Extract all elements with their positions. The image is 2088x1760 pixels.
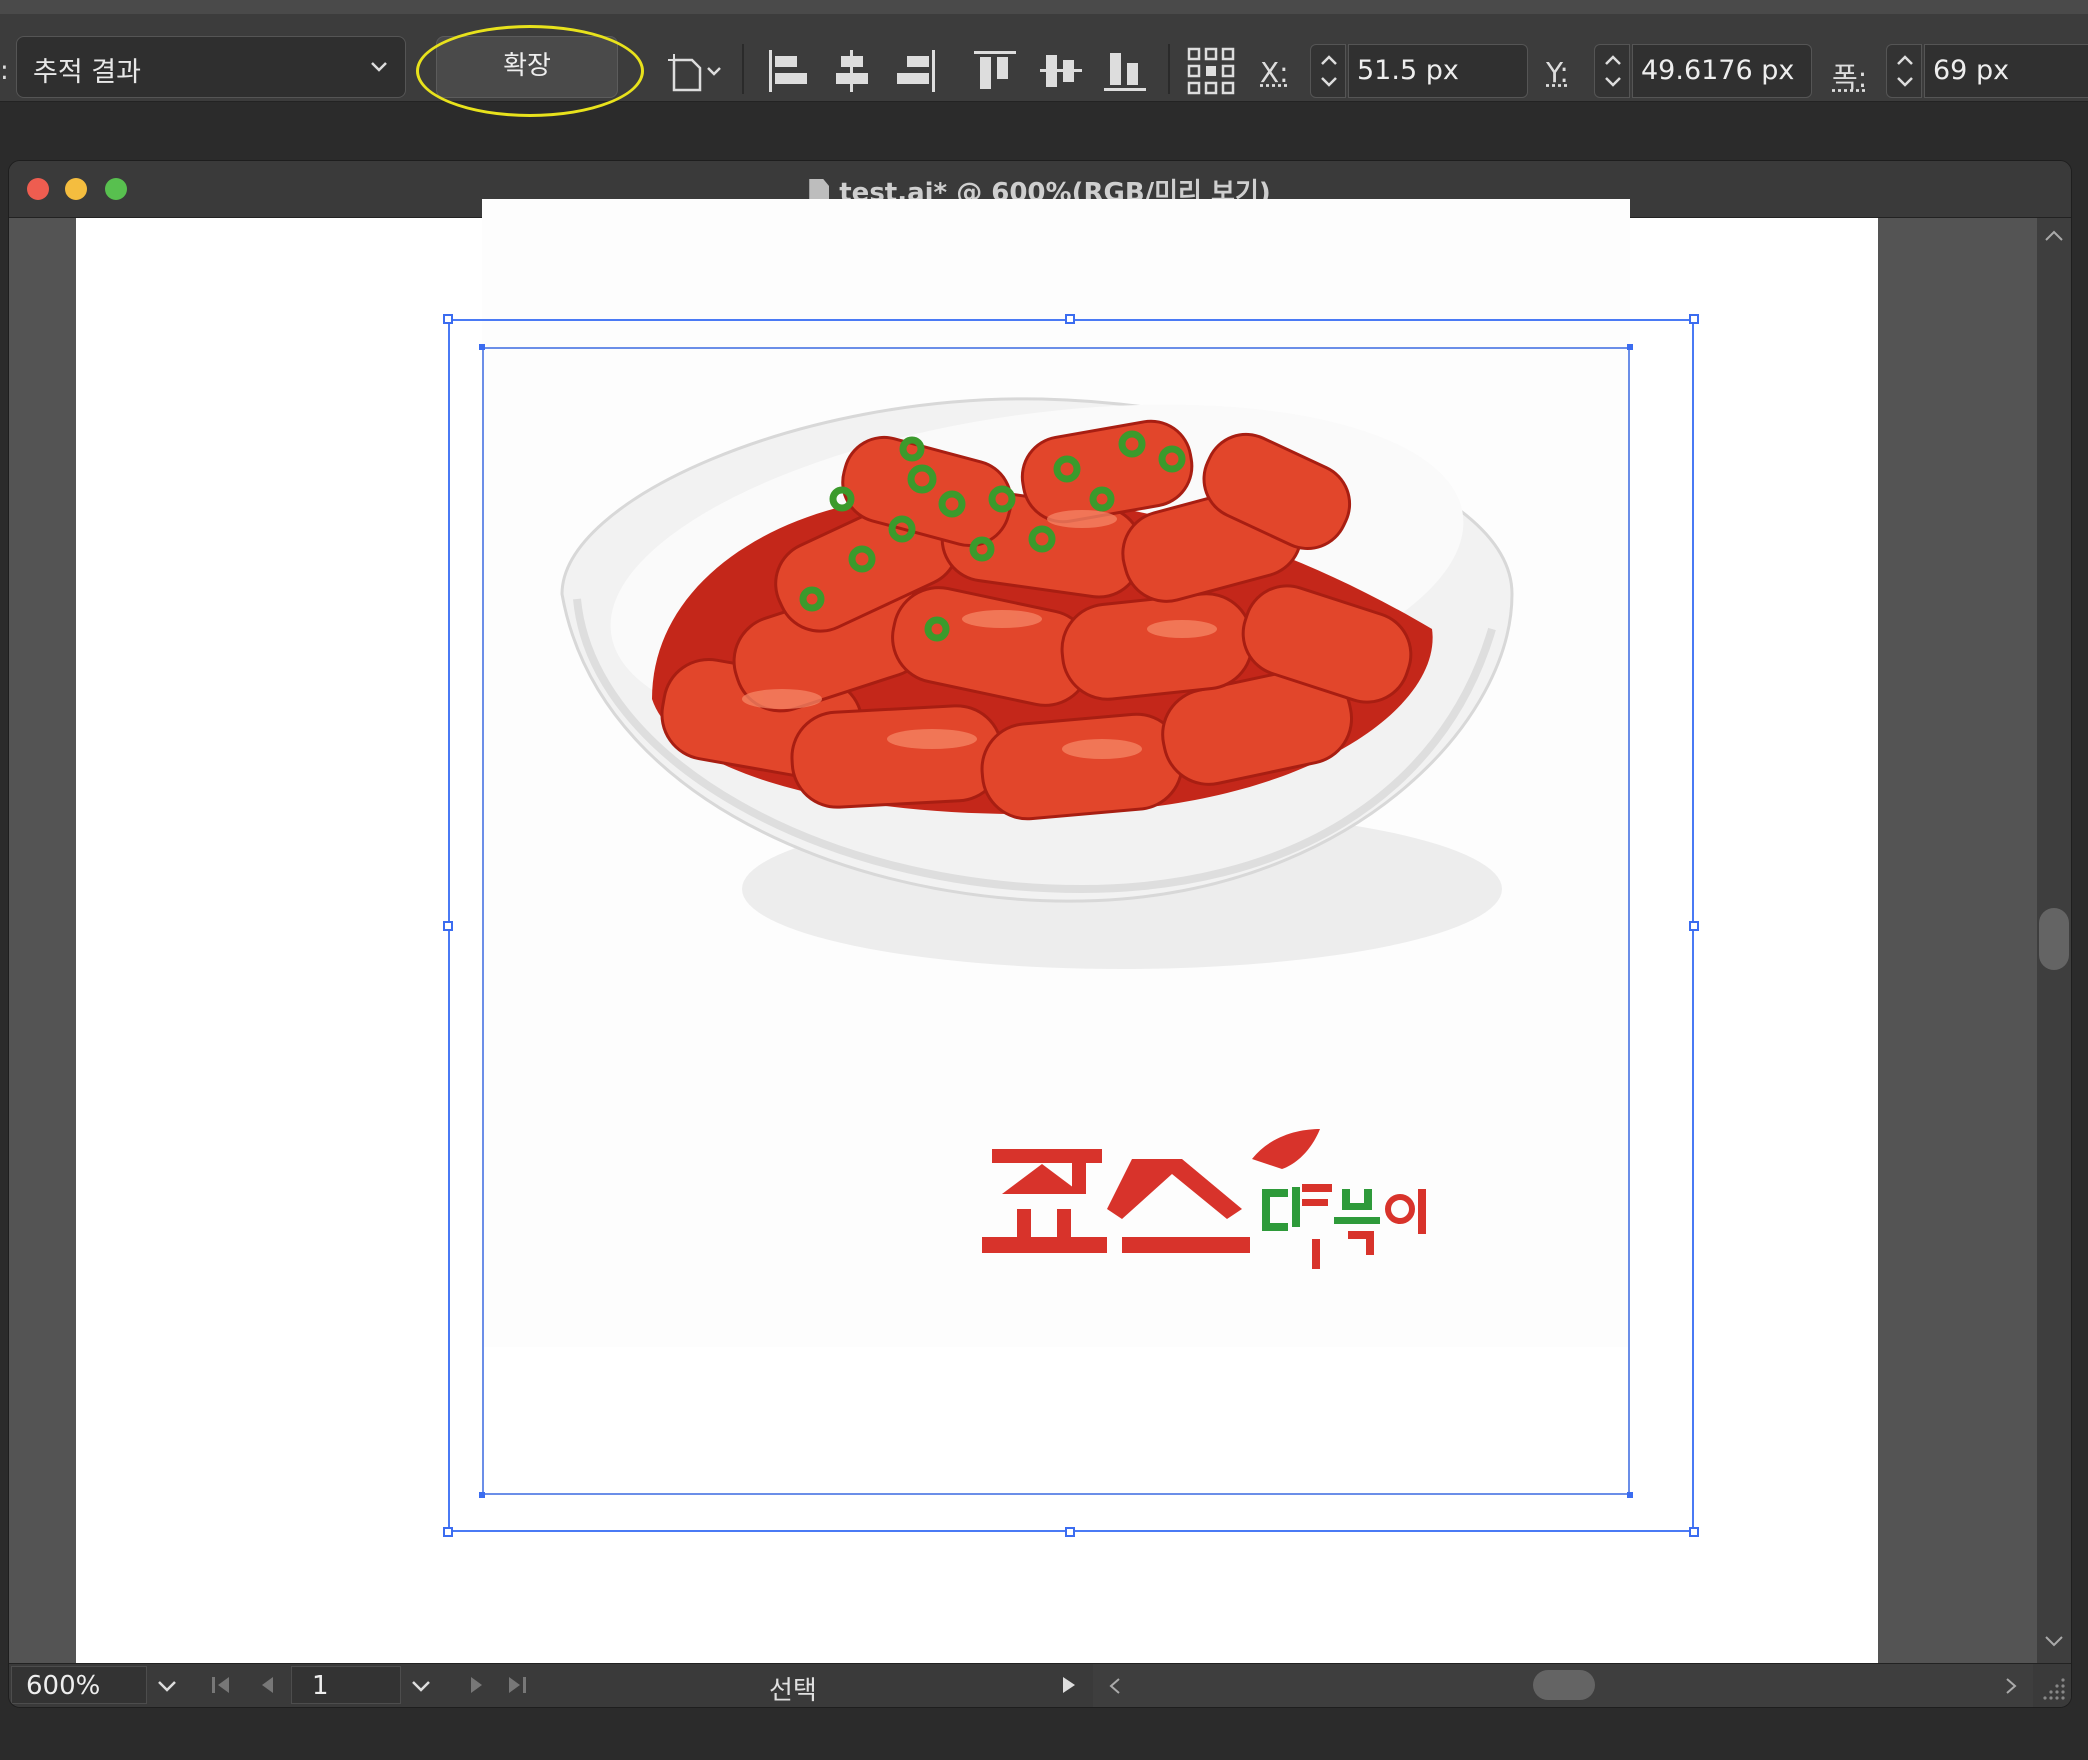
align-hcenter-icon[interactable]: [830, 48, 874, 94]
resize-handle[interactable]: [1065, 1527, 1075, 1537]
scroll-left-icon[interactable]: [1107, 1676, 1123, 1696]
vertical-scroll-thumb[interactable]: [2039, 908, 2069, 970]
anchor-point: [1627, 1492, 1633, 1498]
resize-grip-icon[interactable]: [2041, 1674, 2067, 1700]
resize-handle[interactable]: [443, 921, 453, 931]
control-bar: : 추적 결과 확장 X: 51.5 px Y: 49.6176 px 폭: 6…: [0, 0, 2088, 117]
chevron-down-icon: [371, 62, 387, 72]
trace-preset-dropdown[interactable]: 추적 결과: [16, 36, 406, 98]
chevron-down-icon[interactable]: [155, 1676, 179, 1696]
document-window: test.ai* @ 600%(RGB/미리 보기) 600% 1 선택: [8, 160, 2072, 1708]
width-label: 폭:: [1832, 61, 1868, 94]
y-stepper[interactable]: [1594, 44, 1630, 98]
status-bar: 600% 1 선택: [9, 1663, 2071, 1707]
width-field[interactable]: 69 px: [1924, 44, 2088, 98]
reference-point-icon[interactable]: [1186, 46, 1236, 96]
separator: [1168, 44, 1170, 94]
align-left-icon[interactable]: [766, 48, 810, 94]
scroll-right-icon[interactable]: [2003, 1676, 2019, 1696]
artboard-options-icon[interactable]: [666, 52, 728, 92]
align-vcenter-icon[interactable]: [1038, 48, 1084, 94]
next-page-icon[interactable]: [467, 1674, 487, 1696]
anchor-point: [479, 344, 485, 350]
anchor-point: [479, 1492, 485, 1498]
scroll-up-icon[interactable]: [2043, 228, 2065, 244]
tool-status: 선택: [769, 1676, 817, 1706]
page-field[interactable]: 1: [291, 1666, 401, 1704]
artboard[interactable]: [76, 199, 1878, 1666]
resize-handle[interactable]: [1689, 1527, 1699, 1537]
resize-handle[interactable]: [1689, 314, 1699, 324]
scroll-down-icon[interactable]: [2043, 1633, 2065, 1649]
image-bounds: [482, 347, 1630, 1495]
resize-handle[interactable]: [443, 1527, 453, 1537]
x-field[interactable]: 51.5 px: [1348, 44, 1528, 98]
stepper-icon: [1321, 55, 1337, 87]
expand-button[interactable]: 확장: [436, 36, 618, 98]
resize-handle[interactable]: [1689, 921, 1699, 931]
align-top-icon[interactable]: [972, 48, 1018, 94]
resize-handle[interactable]: [443, 314, 453, 324]
x-label: X:: [1260, 56, 1289, 89]
page-value: 1: [312, 1671, 329, 1701]
horizontal-scroll-thumb[interactable]: [1533, 1670, 1595, 1700]
anchor-point: [1627, 344, 1633, 350]
x-stepper[interactable]: [1310, 44, 1346, 98]
stepper-icon: [1605, 55, 1621, 87]
resize-handle[interactable]: [1065, 314, 1075, 324]
zoom-field[interactable]: 600%: [11, 1666, 147, 1704]
separator: [742, 44, 744, 94]
trace-preset-value: 추적 결과: [33, 57, 141, 88]
chevron-down-icon[interactable]: [409, 1676, 433, 1696]
prev-page-icon[interactable]: [257, 1674, 277, 1696]
stepper-icon: [1897, 55, 1913, 87]
play-icon[interactable]: [1059, 1674, 1079, 1696]
width-stepper[interactable]: [1886, 44, 1922, 98]
y-label: Y:: [1546, 56, 1569, 89]
vertical-scrollbar[interactable]: [2037, 218, 2071, 1666]
last-page-icon[interactable]: [505, 1674, 529, 1696]
control-bar-colon: :: [0, 56, 9, 86]
y-field[interactable]: 49.6176 px: [1632, 44, 1812, 98]
canvas-area[interactable]: [9, 199, 2039, 1666]
align-bottom-icon[interactable]: [1102, 48, 1148, 94]
first-page-icon[interactable]: [209, 1674, 233, 1696]
zoom-value: 600%: [26, 1671, 101, 1701]
align-right-icon[interactable]: [894, 48, 938, 94]
horizontal-scrollbar[interactable]: [1093, 1664, 2033, 1707]
